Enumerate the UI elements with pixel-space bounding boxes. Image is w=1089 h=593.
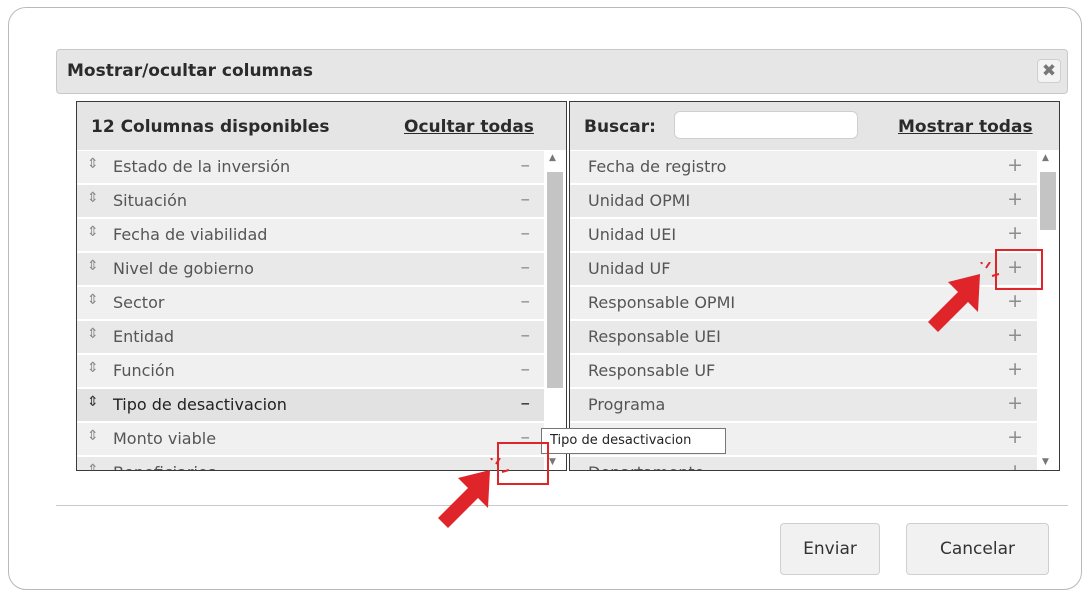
- available-columns-panel: 12 Columnas disponibles Ocultar todas ⇕ E…: [76, 101, 567, 471]
- drag-handle-icon[interactable]: ⇕: [87, 428, 99, 444]
- red-cursor-arrow-icon: [928, 262, 1000, 332]
- list-item[interactable]: ⇕ Fecha de viabilidad –: [77, 218, 544, 251]
- available-columns-header: 12 Columnas disponibles Ocultar todas: [77, 102, 566, 150]
- list-item-label: Programa: [588, 395, 666, 414]
- add-column-button[interactable]: +: [1007, 188, 1023, 210]
- cancel-button[interactable]: Cancelar: [906, 523, 1049, 575]
- submit-button[interactable]: Enviar: [780, 523, 880, 575]
- add-column-button[interactable]: +: [1007, 460, 1023, 470]
- scroll-up-icon[interactable]: ▲: [549, 153, 556, 163]
- drag-handle-icon[interactable]: ⇕: [87, 360, 99, 376]
- drag-handle-icon[interactable]: ⇕: [87, 258, 99, 274]
- scroll-down-icon[interactable]: ▼: [549, 457, 556, 467]
- list-item-label: Estado de la inversión: [113, 157, 291, 176]
- list-item-label: Tipo de desactivacion: [113, 395, 287, 414]
- remove-column-button[interactable]: –: [521, 290, 531, 312]
- list-item-label: Fecha de registro: [588, 157, 727, 176]
- hide-all-link[interactable]: Ocultar todas: [404, 117, 534, 137]
- list-item-label: Monto viable: [113, 429, 217, 448]
- left-scrollbar[interactable]: ▲ ▼: [544, 150, 566, 470]
- list-item-label: Entidad: [113, 327, 175, 346]
- add-column-button[interactable]: +: [1007, 392, 1023, 414]
- remove-column-button[interactable]: –: [521, 256, 531, 278]
- drag-handle-icon[interactable]: ⇕: [87, 394, 99, 410]
- scroll-thumb[interactable]: [547, 172, 563, 388]
- close-icon[interactable]: ✖: [1037, 59, 1061, 83]
- list-item-label: Fecha de viabilidad: [113, 225, 268, 244]
- list-item-label: Responsable UF: [588, 361, 716, 380]
- add-column-button[interactable]: +: [1007, 426, 1023, 448]
- list-item[interactable]: Programa +: [570, 388, 1037, 421]
- list-item[interactable]: ⇕ Nivel de gobierno –: [77, 252, 544, 285]
- list-item-label: Responsable OPMI: [588, 293, 736, 312]
- drag-handle-icon[interactable]: ⇕: [87, 292, 99, 308]
- list-item[interactable]: Unidad UEI +: [570, 218, 1037, 251]
- dialog-title: Mostrar/ocultar columnas: [67, 61, 313, 81]
- scroll-thumb[interactable]: [1040, 172, 1056, 230]
- drag-handle-icon[interactable]: ⇕: [87, 326, 99, 342]
- tooltip: Tipo de desactivacion: [541, 428, 726, 454]
- list-item[interactable]: Unidad OPMI +: [570, 184, 1037, 217]
- search-input[interactable]: [674, 111, 858, 139]
- remove-column-button[interactable]: –: [521, 324, 531, 346]
- drag-handle-icon[interactable]: ⇕: [87, 224, 99, 240]
- available-columns-list: ⇕ Estado de la inversión – ⇕ Situación – ⇕ Fech…: [77, 150, 544, 470]
- red-cursor-arrow-icon: [438, 458, 510, 528]
- list-item[interactable]: ⇕ Función –: [77, 354, 544, 387]
- list-item-label: Situación: [113, 191, 187, 210]
- list-item[interactable]: ⇕ Estado de la inversión –: [77, 150, 544, 183]
- list-item[interactable]: ⇕ Entidad –: [77, 320, 544, 353]
- remove-column-button[interactable]: –: [521, 358, 531, 380]
- list-item-label: Departamento: [588, 463, 704, 470]
- available-columns-title: 12 Columnas disponibles: [91, 117, 330, 137]
- add-column-button[interactable]: +: [1007, 324, 1023, 346]
- footer-divider: [56, 505, 1068, 506]
- list-item[interactable]: ⇕ Tipo de desactivacion –: [77, 388, 544, 421]
- list-item-label: Unidad OPMI: [588, 191, 691, 210]
- list-item-label: Unidad UF: [588, 259, 671, 278]
- drag-handle-icon[interactable]: ⇕: [87, 156, 99, 172]
- remove-column-button[interactable]: –: [521, 222, 531, 244]
- list-item[interactable]: ⇕ Monto viable –: [77, 422, 544, 455]
- list-item-label: Nivel de gobierno: [113, 259, 254, 278]
- add-column-button[interactable]: +: [1007, 358, 1023, 380]
- add-column-button[interactable]: +: [1007, 290, 1023, 312]
- list-item[interactable]: ⇕ Situación –: [77, 184, 544, 217]
- list-item-label: Unidad UEI: [588, 225, 677, 244]
- list-item[interactable]: ⇕ Sector –: [77, 286, 544, 319]
- scroll-up-icon[interactable]: ▲: [1042, 153, 1049, 163]
- selected-columns-header: Buscar: Mostrar todas: [570, 102, 1059, 150]
- add-column-button[interactable]: +: [1007, 154, 1023, 176]
- right-scrollbar[interactable]: ▲ ▼: [1037, 150, 1059, 470]
- remove-column-button[interactable]: –: [521, 188, 531, 210]
- show-all-link[interactable]: Mostrar todas: [898, 117, 1033, 137]
- list-item[interactable]: Responsable UF +: [570, 354, 1037, 387]
- scroll-down-icon[interactable]: ▼: [1042, 457, 1049, 467]
- add-column-button[interactable]: +: [1007, 222, 1023, 244]
- list-item[interactable]: Departamento +: [570, 456, 1037, 470]
- drag-handle-icon[interactable]: ⇕: [87, 190, 99, 206]
- remove-column-button[interactable]: –: [521, 392, 531, 414]
- list-item[interactable]: Fecha de registro +: [570, 150, 1037, 183]
- highlight-box-add: [995, 249, 1043, 290]
- list-item-label: Sector: [113, 293, 165, 312]
- remove-column-button[interactable]: –: [521, 154, 531, 176]
- list-item-label: Función: [113, 361, 175, 380]
- drag-handle-icon[interactable]: ⇕: [87, 462, 99, 470]
- list-item-label: Responsable UEI: [588, 327, 721, 346]
- dialog-titlebar: Mostrar/ocultar columnas ✖: [56, 49, 1068, 94]
- search-label: Buscar:: [584, 117, 656, 137]
- list-item-label: Beneficiarios: [113, 463, 216, 470]
